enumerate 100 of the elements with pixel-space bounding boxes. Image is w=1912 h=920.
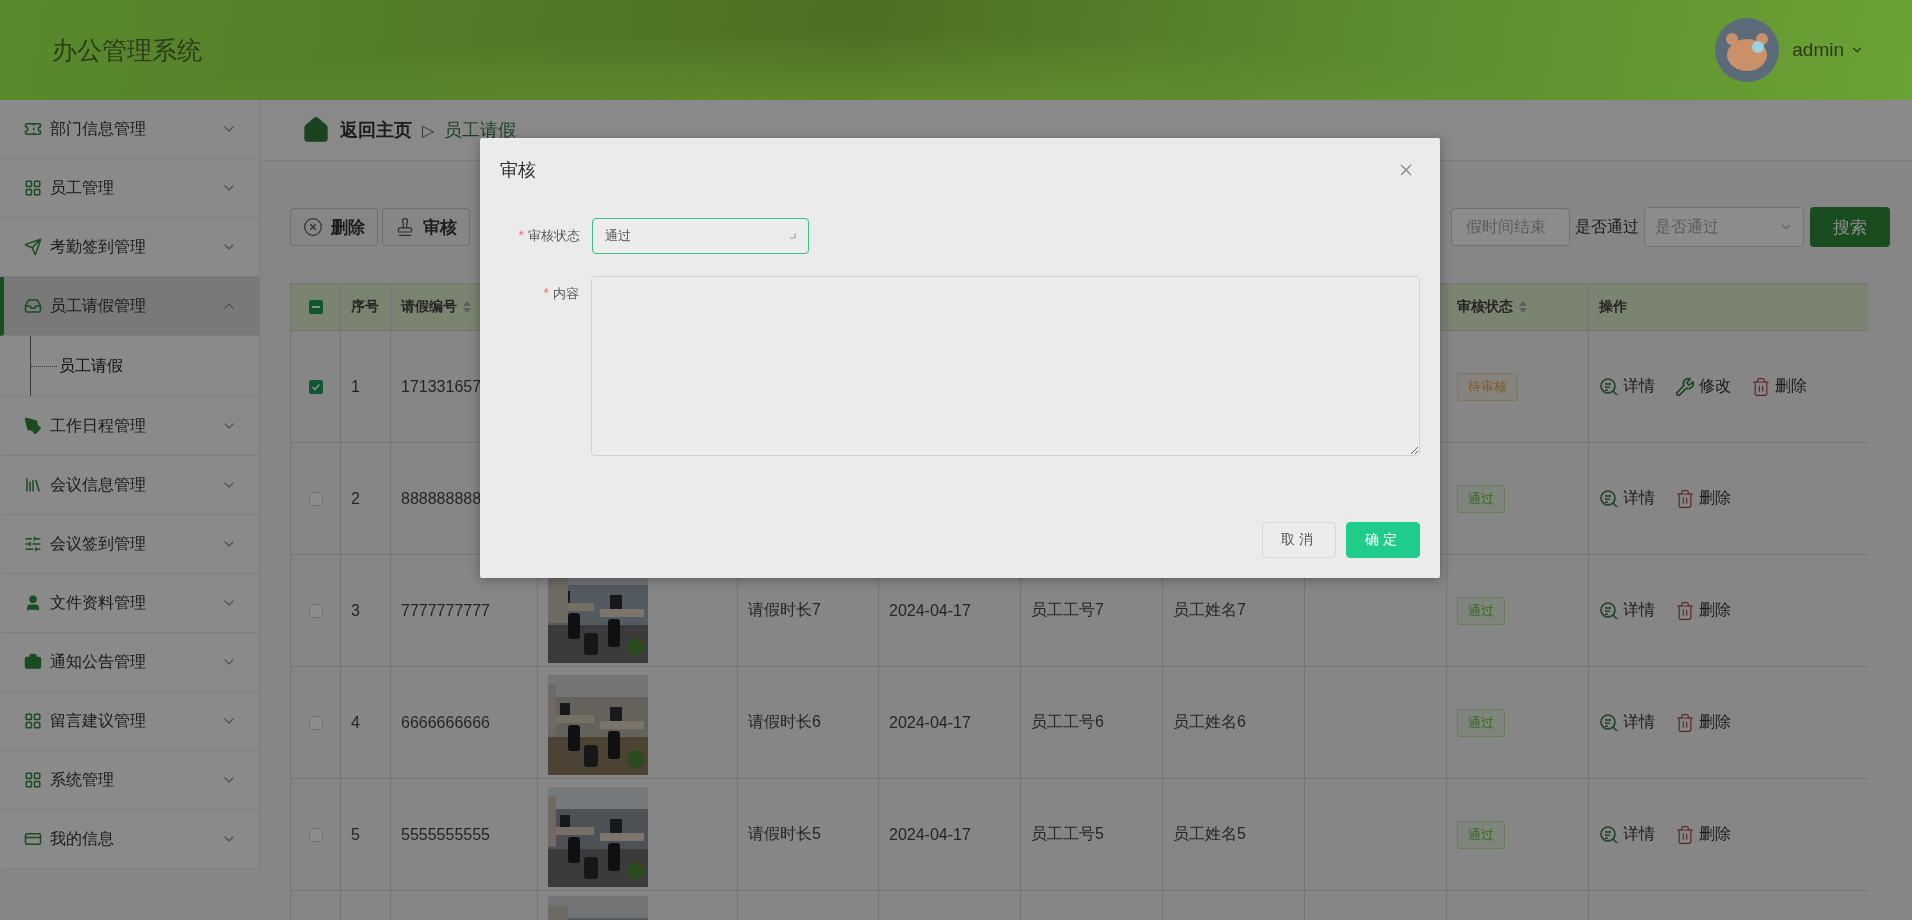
sidebar-item[interactable]: 我的信息 [0, 810, 259, 869]
dialog-title: 审核 [500, 159, 536, 182]
wrench-icon [1675, 376, 1695, 397]
caret-icon [788, 232, 796, 240]
column-header: 审核状态 [1457, 298, 1513, 316]
table-cell-text: 请假时长5 [748, 824, 821, 844]
trash-icon [1751, 376, 1771, 397]
table-cell-text: 员工工号7 [1031, 600, 1104, 620]
stamp-icon [395, 217, 415, 237]
magnifier-icon [1599, 824, 1619, 845]
close-icon[interactable] [1400, 164, 1412, 176]
status-select[interactable]: 通过 [592, 218, 809, 254]
user-menu[interactable]: admin [1792, 39, 1864, 61]
submenu-item[interactable]: 员工请假 [59, 355, 123, 377]
card-icon [24, 830, 42, 848]
delete-link[interactable]: 删除 [1675, 712, 1731, 733]
row-checkbox[interactable] [308, 827, 323, 842]
table-cell-text: 员工工号6 [1031, 712, 1104, 732]
sidebar-item[interactable]: 会议签到管理 [0, 515, 259, 574]
column-header: 序号 [351, 298, 379, 316]
detail-link[interactable]: 详情 [1599, 600, 1655, 621]
checkmark-icon [310, 381, 321, 392]
table-cell-text: 员工姓名5 [1173, 824, 1246, 844]
table-cell: 3 [351, 601, 360, 620]
field-label: 审核状态 [528, 227, 580, 245]
grid-icon [24, 771, 42, 789]
table-cell: 5 [351, 825, 360, 844]
trash-icon [1675, 488, 1695, 509]
trash-icon [1675, 600, 1695, 621]
delete-button[interactable]: 删除 [290, 208, 378, 246]
sidebar-item[interactable]: 会议信息管理 [0, 456, 259, 515]
breadcrumb-separator: ▷ [422, 120, 434, 140]
table-cell-text: 员工姓名6 [1173, 712, 1246, 732]
magnifier-icon [1599, 600, 1619, 621]
search-button[interactable]: 搜索 [1810, 207, 1890, 247]
detail-link[interactable]: 详情 [1599, 488, 1655, 509]
delete-link[interactable]: 删除 [1675, 600, 1731, 621]
table-cell: 2024-04-17 [889, 601, 971, 620]
table-cell: 171331657 [401, 377, 482, 396]
sidebar-item[interactable]: 系统管理 [0, 751, 259, 810]
sidebar-item[interactable]: 留言建议管理 [0, 692, 259, 751]
dash-icon [311, 306, 320, 308]
column-header: 请假编号 [401, 298, 457, 316]
sidebar-item[interactable]: 工作日程管理 [0, 397, 259, 456]
sliders-icon [24, 535, 42, 553]
magnifier-icon [1599, 488, 1619, 509]
app-title: 办公管理系统 [52, 34, 202, 66]
sidebar-item[interactable]: 部门信息管理 [0, 100, 259, 159]
detail-link[interactable]: 详情 [1599, 712, 1655, 733]
delete-link[interactable]: 删除 [1751, 376, 1807, 397]
edit-link[interactable]: 修改 [1675, 376, 1731, 397]
required-mark: * [518, 227, 524, 245]
grid-icon [24, 712, 42, 730]
filter-label: 是否通过 [1575, 216, 1639, 237]
sidebar-item[interactable]: 员工管理 [0, 159, 259, 218]
select-all-checkbox[interactable] [308, 300, 323, 314]
row-checkbox[interactable] [308, 491, 323, 506]
table-cell-text: 请假时长7 [748, 600, 821, 620]
sidebar-item[interactable]: 通知公告管理 [0, 633, 259, 692]
table-cell: 4 [351, 713, 360, 732]
table-cell: 2 [351, 489, 360, 508]
row-checkbox[interactable] [308, 603, 323, 618]
detail-link[interactable]: 详情 [1599, 824, 1655, 845]
avatar [1714, 17, 1781, 83]
table-cell: 888888888 [401, 489, 482, 508]
detail-link[interactable]: 详情 [1599, 376, 1655, 397]
home-link[interactable]: 返回主页 [340, 118, 412, 142]
table-cell: 7777777777 [401, 601, 490, 620]
magnifier-icon [1599, 712, 1619, 733]
content-field[interactable] [590, 276, 1420, 456]
sidebar-item[interactable]: 员工请假管理 [0, 277, 259, 336]
grid-icon [24, 179, 42, 197]
delete-link[interactable]: 删除 [1675, 488, 1731, 509]
table-cell: 2024-04-17 [889, 825, 971, 844]
review-button[interactable]: 审核 [382, 208, 470, 246]
paper-plane-icon [24, 238, 42, 256]
trash-icon [1675, 712, 1695, 733]
ticket-icon [24, 120, 42, 138]
delete-link[interactable]: 删除 [1675, 824, 1731, 845]
cancel-button[interactable]: 取消 [1262, 522, 1336, 558]
close-circle-icon [303, 217, 323, 237]
trash-icon [1675, 824, 1695, 845]
column-header: 操作 [1599, 298, 1627, 316]
home-icon [302, 116, 330, 144]
inbox-icon [24, 297, 42, 315]
field-label: 内容 [552, 285, 579, 303]
table-cell-text: 员工工号5 [1031, 824, 1104, 844]
table-cell: 2024-04-17 [889, 713, 971, 732]
table-cell: 5555555555 [401, 825, 490, 844]
table-cell: 1 [351, 377, 360, 396]
briefcase-icon [24, 653, 42, 671]
row-checkbox[interactable] [308, 715, 323, 730]
books-icon [24, 476, 42, 494]
person-icon [24, 594, 42, 612]
row-checkbox[interactable] [308, 379, 323, 394]
breadcrumb-current: 员工请假 [444, 119, 516, 142]
table-cell-text: 请假时长6 [748, 712, 821, 732]
sidebar-item[interactable]: 文件资料管理 [0, 574, 259, 633]
required-mark: * [543, 285, 549, 303]
table-cell-text: 员工姓名7 [1173, 600, 1246, 620]
